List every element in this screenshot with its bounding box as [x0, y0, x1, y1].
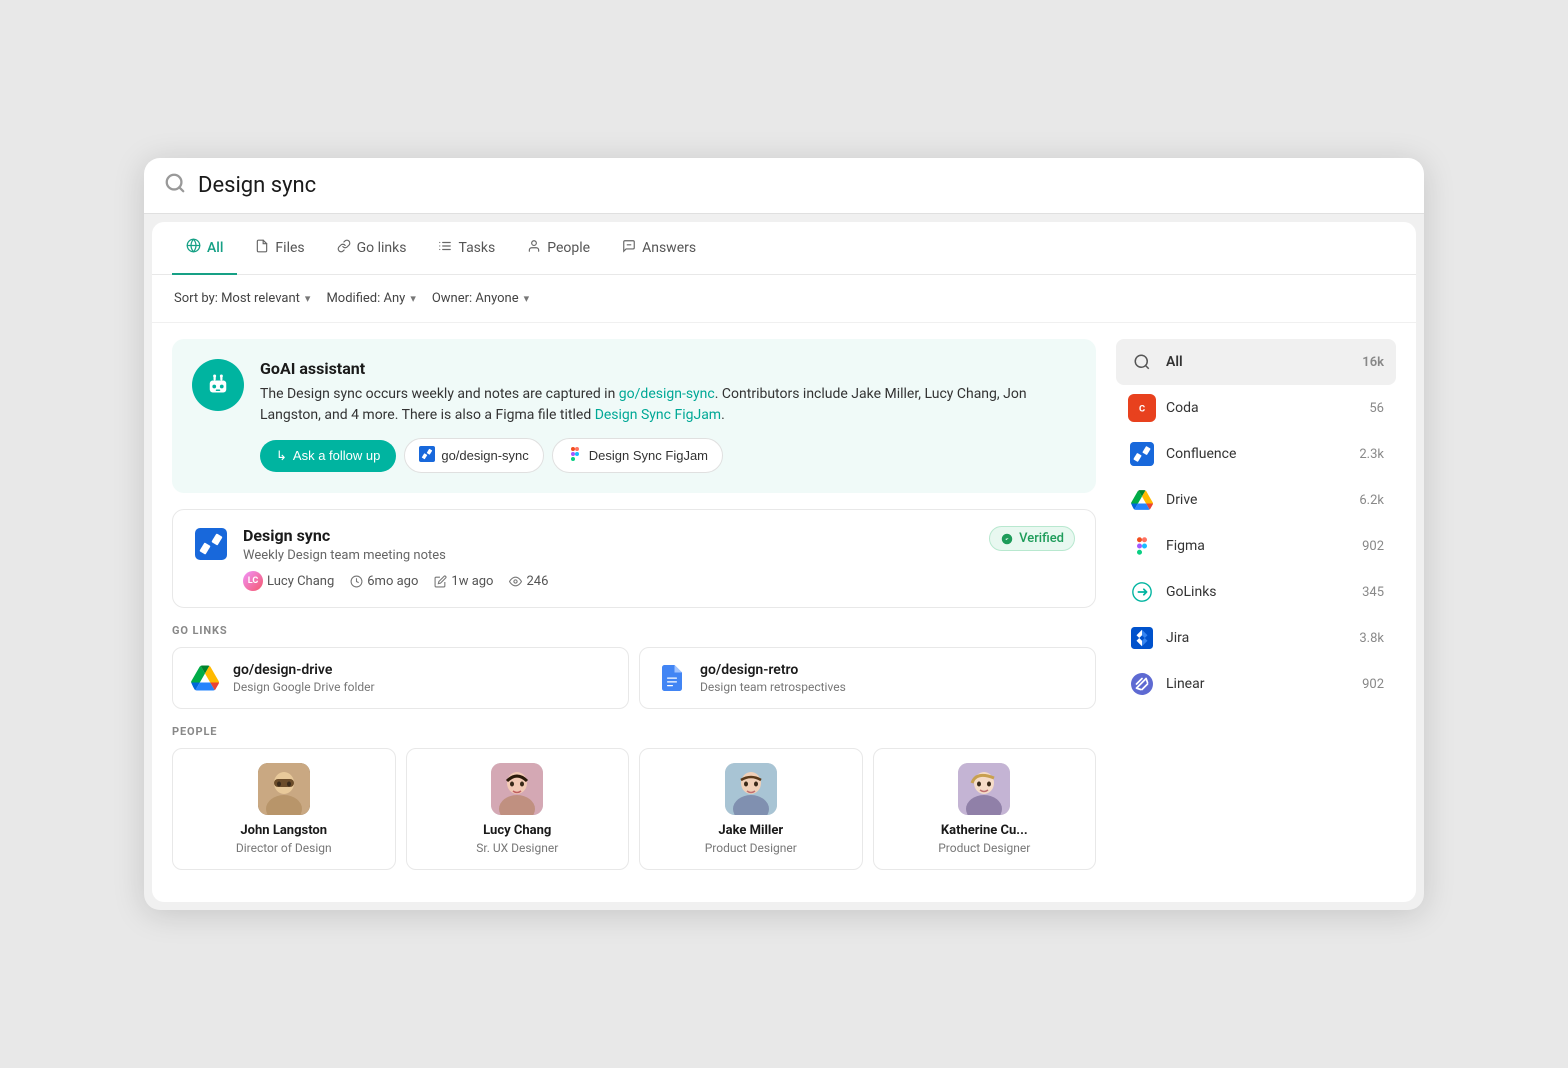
sidebar-filter-all[interactable]: All 16k	[1116, 339, 1396, 385]
person-lucy-chang[interactable]: Lucy Chang Sr. UX Designer	[406, 748, 630, 870]
owner-chevron-icon: ▾	[524, 292, 530, 305]
result-author: LC Lucy Chang	[243, 571, 334, 591]
golink-item-docs[interactable]: go/design-retro Design team retrospectiv…	[639, 647, 1096, 709]
people-section-header: PEOPLE	[172, 725, 1096, 738]
people-grid: John Langston Director of Design	[172, 748, 1096, 870]
sort-filter[interactable]: Sort by: Most relevant ▾	[172, 287, 312, 310]
golinks-grid: go/design-drive Design Google Drive fold…	[172, 647, 1096, 709]
golink-drive-body: go/design-drive Design Google Drive fold…	[233, 662, 375, 694]
person-katherine[interactable]: Katherine Cu... Product Designer	[873, 748, 1097, 870]
main-content: All Files Go links Tasks	[152, 222, 1416, 902]
sidebar-golinks-icon	[1128, 578, 1156, 606]
sidebar-filter-golinks[interactable]: GoLinks 345	[1116, 569, 1396, 615]
modified-chevron-icon: ▾	[410, 292, 416, 305]
sidebar-confluence-icon	[1128, 440, 1156, 468]
person-john-langston[interactable]: John Langston Director of Design	[172, 748, 396, 870]
content-layout: GoAI assistant The Design sync occurs we…	[152, 323, 1416, 902]
svg-text:C: C	[1139, 403, 1145, 414]
john-avatar	[258, 763, 310, 815]
goai-text: The Design sync occurs weekly and notes …	[260, 384, 1076, 426]
tab-all-icon	[186, 238, 201, 257]
result-title: Design sync	[243, 526, 975, 545]
ask-followup-button[interactable]: ↳ Ask a follow up	[260, 440, 396, 472]
sidebar-all-icon	[1128, 348, 1156, 376]
result-body: Design sync Weekly Design team meeting n…	[243, 526, 975, 591]
tab-all-label: All	[207, 240, 223, 256]
source1-button[interactable]: go/design-sync	[404, 438, 543, 473]
google-drive-icon	[189, 662, 221, 694]
sidebar-filter-linear[interactable]: Linear 902	[1116, 661, 1396, 707]
verified-badge: Verified	[989, 526, 1075, 551]
figma-icon	[567, 446, 583, 465]
author-avatar: LC	[243, 571, 263, 591]
left-column: GoAI assistant The Design sync occurs we…	[172, 339, 1096, 886]
tab-people-icon	[527, 239, 541, 257]
tab-files-label: Files	[275, 240, 304, 256]
tab-files[interactable]: Files	[241, 223, 318, 275]
tab-tasks-label: Tasks	[458, 240, 495, 256]
sort-chevron-icon: ▾	[305, 292, 311, 305]
person-jake-miller[interactable]: Jake Miller Product Designer	[639, 748, 863, 870]
sidebar-drive-icon	[1128, 486, 1156, 514]
sidebar-filter-drive[interactable]: Drive 6.2k	[1116, 477, 1396, 523]
confluence-icon	[419, 446, 435, 465]
owner-filter[interactable]: Owner: Anyone ▾	[430, 287, 531, 310]
right-sidebar: All 16k C Coda 56	[1116, 339, 1396, 886]
tab-answers-label: Answers	[642, 240, 696, 256]
tab-all[interactable]: All	[172, 222, 237, 275]
tab-people-label: People	[547, 240, 590, 256]
tab-golinks-icon	[337, 239, 351, 257]
modified-filter[interactable]: Modified: Any ▾	[324, 287, 417, 310]
sidebar-linear-icon	[1128, 670, 1156, 698]
tab-golinks[interactable]: Go links	[323, 223, 421, 275]
result-meta: LC Lucy Chang 6mo ago 1w ago	[243, 571, 975, 591]
tab-answers-icon	[622, 239, 636, 257]
result-created: 6mo ago	[350, 574, 418, 589]
main-result-card[interactable]: Design sync Weekly Design team meeting n…	[172, 509, 1096, 608]
golink-docs-body: go/design-retro Design team retrospectiv…	[700, 662, 846, 694]
tab-files-icon	[255, 239, 269, 257]
sidebar-coda-icon: C	[1128, 394, 1156, 422]
result-subtitle: Weekly Design team meeting notes	[243, 548, 975, 563]
golinks-section-header: GO LINKS	[172, 624, 1096, 637]
goai-link1[interactable]: go/design-sync	[619, 386, 715, 402]
goai-card: GoAI assistant The Design sync occurs we…	[172, 339, 1096, 493]
sidebar-filter-coda[interactable]: C Coda 56	[1116, 385, 1396, 431]
goai-actions: ↳ Ask a follow up go/design-sync	[260, 438, 1076, 473]
sidebar-figma-icon	[1128, 532, 1156, 560]
result-views: 246	[509, 574, 548, 589]
search-bar: Design sync	[144, 158, 1424, 214]
filters-bar: Sort by: Most relevant ▾ Modified: Any ▾…	[152, 275, 1416, 323]
result-edited: 1w ago	[434, 574, 493, 589]
jake-avatar	[725, 763, 777, 815]
goai-avatar	[192, 359, 244, 411]
golink-item-drive[interactable]: go/design-drive Design Google Drive fold…	[172, 647, 629, 709]
tabs-bar: All Files Go links Tasks	[152, 222, 1416, 275]
tab-tasks-icon	[438, 239, 452, 257]
tab-answers[interactable]: Answers	[608, 223, 710, 275]
katherine-avatar	[958, 763, 1010, 815]
search-query: Design sync	[198, 173, 316, 198]
tab-tasks[interactable]: Tasks	[424, 223, 509, 275]
goai-title: GoAI assistant	[260, 359, 1076, 378]
sidebar-filter-confluence[interactable]: Confluence 2.3k	[1116, 431, 1396, 477]
google-docs-icon	[656, 662, 688, 694]
lucy-avatar-card	[491, 763, 543, 815]
sidebar-filter-figma[interactable]: Figma 902	[1116, 523, 1396, 569]
tab-people[interactable]: People	[513, 223, 604, 275]
goai-body: GoAI assistant The Design sync occurs we…	[260, 359, 1076, 473]
tab-golinks-label: Go links	[357, 240, 407, 256]
search-icon	[164, 172, 186, 199]
result-confluence-icon	[193, 526, 229, 562]
followup-icon: ↳	[276, 448, 287, 464]
source2-button[interactable]: Design Sync FigJam	[552, 438, 723, 473]
sidebar-filter-jira[interactable]: Jira 3.8k	[1116, 615, 1396, 661]
sidebar-jira-icon	[1128, 624, 1156, 652]
goai-link2[interactable]: Design Sync FigJam	[595, 407, 721, 423]
